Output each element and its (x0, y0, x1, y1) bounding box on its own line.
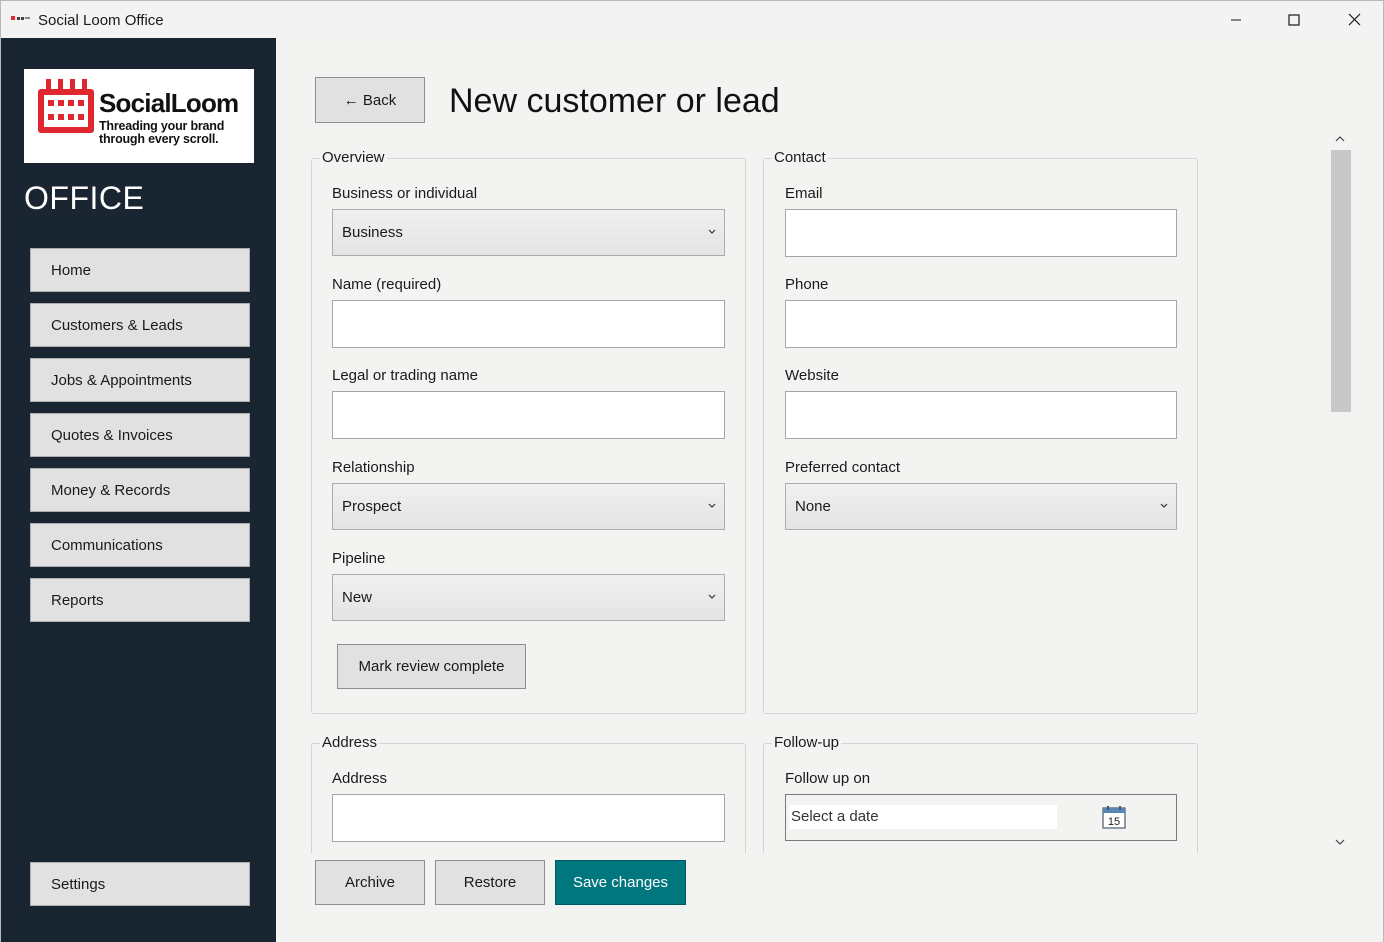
legal-name-label: Legal or trading name (332, 367, 478, 384)
relationship-label: Relationship (332, 459, 415, 476)
phone-label: Phone (785, 276, 829, 293)
nav-communications[interactable]: Communications (30, 523, 250, 567)
minimize-icon (1231, 19, 1241, 20)
maximize-button[interactable] (1271, 1, 1317, 38)
sidebar: SocialLoom Threading your brand through … (1, 38, 276, 942)
nav-money-records[interactable]: Money & Records (30, 468, 250, 512)
logo-tagline: Threading your brand through every scrol… (99, 120, 224, 146)
pipeline-label: Pipeline (332, 550, 386, 567)
calendar-icon[interactable]: 15 (1102, 805, 1126, 829)
follow-up-date-input[interactable]: Select a date (789, 805, 1057, 829)
followup-legend: Follow-up (772, 734, 842, 751)
relationship-select[interactable]: Prospect (332, 483, 725, 530)
back-button[interactable]: ← Back (315, 77, 425, 123)
nav-home[interactable]: Home (30, 248, 250, 292)
chevron-down-icon (708, 229, 716, 234)
page-title: New customer or lead (449, 82, 780, 120)
chevron-down-icon (708, 594, 716, 599)
scroll-up-icon[interactable] (1334, 134, 1346, 144)
preferred-contact-label: Preferred contact (785, 459, 901, 476)
logo-brand: SocialLoom (99, 88, 239, 118)
followup-group: Follow-up Follow up on Select a date 15 (763, 734, 1198, 853)
legal-name-field[interactable] (332, 391, 725, 439)
window-title: Social Loom Office (38, 12, 164, 29)
contact-group: Contact Email Phone Website Preferred co… (763, 149, 1198, 714)
name-field[interactable] (332, 300, 725, 348)
nav-jobs-appointments[interactable]: Jobs & Appointments (30, 358, 250, 402)
email-label: Email (785, 185, 823, 202)
archive-button[interactable]: Archive (315, 860, 425, 905)
calendar-day: 15 (1108, 816, 1120, 828)
section-title: OFFICE (24, 180, 145, 216)
website-label: Website (785, 367, 839, 384)
main-content: ← Back New customer or lead Overview Bus… (276, 38, 1383, 942)
address-legend: Address (320, 734, 380, 751)
phone-field[interactable] (785, 300, 1177, 348)
scroll-down-icon[interactable] (1334, 837, 1346, 847)
business-select[interactable]: Business (332, 209, 725, 256)
address-field[interactable] (332, 794, 725, 842)
preferred-contact-value: None (795, 498, 831, 515)
pipeline-select-value: New (342, 589, 373, 606)
address-group: Address Address (311, 734, 746, 853)
form-scroll-area[interactable]: Overview Business or individual Business… (276, 138, 1326, 853)
vertical-scrollbar[interactable] (1329, 130, 1351, 852)
follow-up-date-picker[interactable]: Select a date 15 (785, 794, 1177, 841)
nav-reports[interactable]: Reports (30, 578, 250, 622)
contact-legend: Contact (772, 149, 828, 166)
app-icon (11, 16, 30, 20)
app-window: Social Loom Office SocialLoom Threading … (0, 0, 1384, 942)
nav-settings[interactable]: Settings (30, 862, 250, 906)
pipeline-select[interactable]: New (332, 574, 725, 621)
overview-group: Overview Business or individual Business… (311, 149, 746, 714)
email-field[interactable] (785, 209, 1177, 257)
business-select-value: Business (342, 224, 403, 241)
nav-quotes-invoices[interactable]: Quotes & Invoices (30, 413, 250, 457)
scrollbar-thumb[interactable] (1331, 150, 1351, 412)
chevron-down-icon (1160, 503, 1168, 508)
loom-logo-icon (38, 79, 94, 133)
business-label: Business or individual (332, 185, 478, 202)
nav-customers-leads[interactable]: Customers & Leads (30, 303, 250, 347)
website-field[interactable] (785, 391, 1177, 439)
chevron-down-icon (708, 503, 716, 508)
follow-up-label: Follow up on (785, 770, 871, 787)
close-button[interactable] (1331, 1, 1377, 38)
minimize-button[interactable] (1213, 1, 1259, 38)
maximize-icon (1288, 13, 1300, 26)
name-label: Name (required) (332, 276, 442, 293)
mark-review-complete-button[interactable]: Mark review complete (337, 644, 526, 689)
overview-legend: Overview (320, 149, 387, 166)
title-bar: Social Loom Office (1, 1, 1383, 38)
relationship-select-value: Prospect (342, 498, 402, 515)
restore-button[interactable]: Restore (435, 860, 545, 905)
address-label: Address (332, 770, 388, 787)
save-changes-button[interactable]: Save changes (555, 860, 686, 905)
close-icon (1348, 13, 1360, 26)
logo-tagline-line-2: through every scroll. (99, 132, 219, 146)
preferred-contact-select[interactable]: None (785, 483, 1177, 530)
logo: SocialLoom Threading your brand through … (24, 69, 254, 163)
